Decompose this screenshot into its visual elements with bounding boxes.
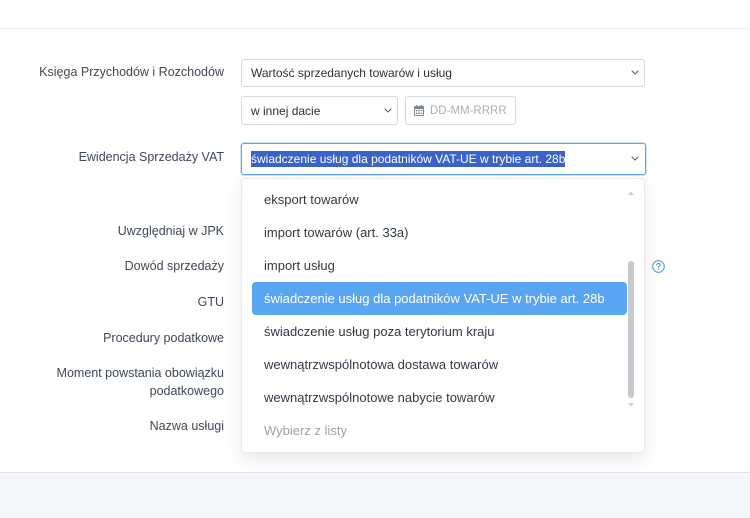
ksiega-date-mode-text: w innej dacie <box>251 103 321 118</box>
label-moment-line-2: podatkowego <box>149 384 224 398</box>
chevron-down-icon <box>631 70 639 75</box>
chevron-down-icon <box>631 156 639 161</box>
ewidencja-selected-value: świadczenie usług dla podatników VAT-UE … <box>251 151 566 167</box>
ewidencja-dropdown-menu: eksport towarów import towarów (art. 33a… <box>241 178 645 453</box>
label-uwzgledniaj-w-jpk: Uwzględniaj w JPK <box>117 224 224 238</box>
ksiega-value-select-text: Wartość sprzedanych towarów i usług <box>251 66 452 80</box>
ewidencja-options-list: eksport towarów import towarów (art. 33a… <box>242 183 644 447</box>
header-divider <box>0 28 750 29</box>
ksiega-date-mode-select[interactable]: w innej dacie <box>241 96 398 125</box>
label-ksiega-przychodow: Księga Przychodów i Rozchodów <box>39 65 224 79</box>
ewidencja-select-text: świadczenie usług dla podatników VAT-UE … <box>251 151 566 167</box>
option-wdt[interactable]: wewnątrzwspólnotowa dostawa towarów <box>252 348 627 381</box>
label-procedury-podatkowe: Procedury podatkowe <box>103 331 224 345</box>
label-ewidencja-sprzedazy-vat: Ewidencja Sprzedaży VAT <box>78 150 224 164</box>
chevron-down-icon <box>384 107 392 113</box>
option-import-towarow[interactable]: import towarów (art. 33a) <box>252 216 627 249</box>
label-dowod-sprzedazy: Dowód sprzedaży <box>124 259 224 273</box>
option-wnt[interactable]: wewnątrzwspólnotowe nabycie towarów <box>252 381 627 414</box>
ksiega-value-select[interactable]: Wartość sprzedanych towarów i usług <box>241 59 645 87</box>
dropdown-scrollbar-thumb[interactable] <box>628 261 634 398</box>
ksiega-date-field[interactable] <box>405 96 516 125</box>
option-empty-choice[interactable]: Wybierz z listy <box>252 414 627 447</box>
option-eksport-towarow[interactable]: eksport towarów <box>252 183 627 216</box>
option-swiadczenie-uslug-vat-ue[interactable]: świadczenie usług dla podatników VAT-UE … <box>252 282 627 315</box>
ksiega-date-input[interactable] <box>430 102 512 120</box>
scroll-down-arrow-icon[interactable] <box>628 403 634 407</box>
label-nazwa-uslugi: Nazwa usługi <box>149 419 224 433</box>
option-import-uslug[interactable]: import usług <box>252 249 627 282</box>
label-moment-line-1: Moment powstania obowiązku <box>56 366 224 380</box>
label-gtu: GTU <box>197 295 224 309</box>
question-circle-icon[interactable] <box>652 260 665 273</box>
option-swiadczenie-uslug-poza-krajem[interactable]: świadczenie usług poza terytorium kraju <box>252 315 627 348</box>
label-moment-powstania-obowiazku: Moment powstania obowiązku podatkowego <box>0 364 224 400</box>
scroll-up-arrow-icon[interactable] <box>628 191 634 195</box>
footer-area <box>0 472 750 518</box>
ewidencja-vat-select[interactable]: świadczenie usług dla podatników VAT-UE … <box>241 143 646 175</box>
calendar-icon[interactable] <box>414 105 424 116</box>
